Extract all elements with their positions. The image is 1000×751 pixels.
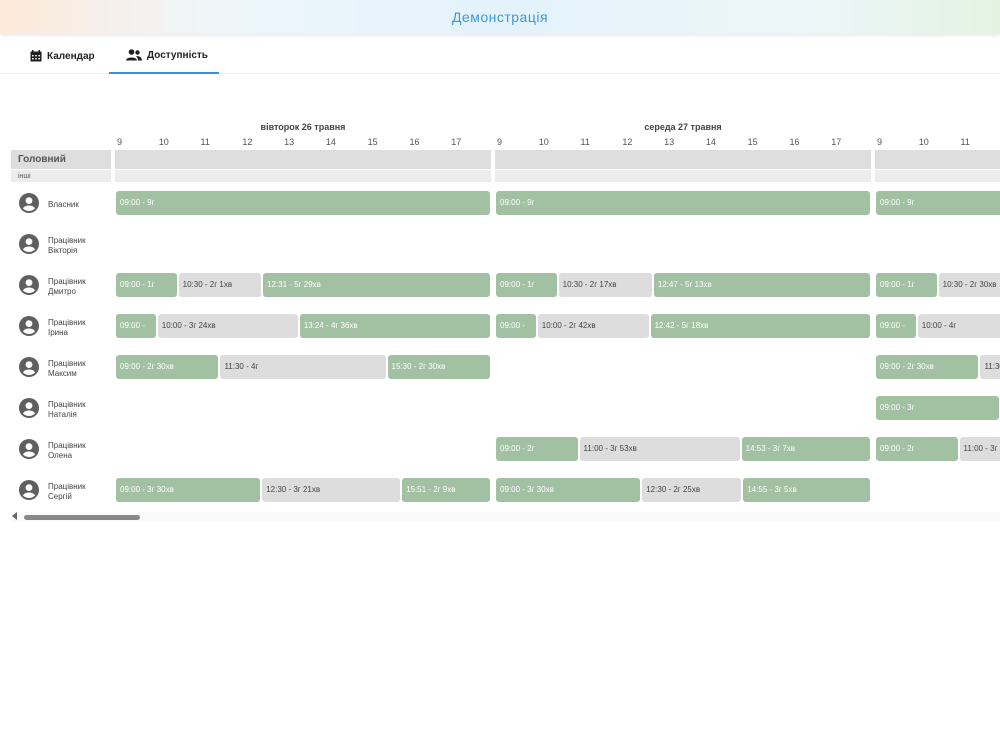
hour-tick-label: 9 bbox=[117, 137, 123, 147]
busy-slot[interactable]: 09:00 - bbox=[876, 314, 916, 338]
hour-tick-label: 12 bbox=[622, 137, 633, 147]
group-day-cell bbox=[495, 150, 871, 169]
busy-slot[interactable]: 09:00 - 2г bbox=[876, 437, 958, 461]
scrollbar-thumb[interactable] bbox=[24, 515, 140, 520]
resource-label: Працівник Дмитро bbox=[48, 277, 86, 296]
hour-tick-label: 10 bbox=[918, 137, 929, 147]
free-slot[interactable]: 10:30 - 2г 30хв bbox=[938, 273, 1000, 297]
resource-label: Працівник Вікторія bbox=[48, 236, 86, 255]
horizontal-scrollbar[interactable] bbox=[11, 512, 1000, 522]
busy-slot[interactable]: 09:00 - 9г bbox=[116, 191, 490, 215]
hour-tick-label: 15 bbox=[367, 137, 378, 147]
busy-slot[interactable]: 12:47 - 5г 13хв bbox=[653, 273, 870, 297]
tab-availability[interactable]: Доступність bbox=[109, 38, 219, 74]
free-slot[interactable]: 11:00 - 3г bbox=[959, 437, 1000, 461]
availability-scheduler: вівторок 26 травня 9 10 11 12 13 14 15 16 17 серед… bbox=[11, 118, 1000, 528]
free-slot[interactable]: 10:00 - 2г 42хв bbox=[537, 314, 649, 338]
avatar-icon bbox=[19, 234, 39, 254]
app-header: Демонстрація bbox=[0, 0, 1000, 34]
busy-slot[interactable]: 09:00 - 2г bbox=[496, 437, 578, 461]
avatar-icon bbox=[19, 357, 39, 377]
hour-tick-label: 17 bbox=[831, 137, 842, 147]
hour-tick-label: 14 bbox=[705, 137, 716, 147]
hour-tick-label: 16 bbox=[789, 137, 800, 147]
free-slot[interactable]: 12:30 - 2г 25хв bbox=[642, 478, 742, 502]
hour-tick-label: 13 bbox=[664, 137, 675, 147]
group-sub-day-cell bbox=[495, 170, 871, 182]
tab-calendar[interactable]: Календар bbox=[30, 38, 95, 74]
hour-tick-label: 13 bbox=[284, 137, 295, 147]
hour-tick-label: 9 bbox=[877, 137, 883, 147]
free-slot[interactable]: 11:30 - 4г bbox=[220, 355, 386, 379]
busy-slot[interactable]: 09:00 - 9г bbox=[496, 191, 870, 215]
free-slot[interactable]: 10:30 - 2г 1хв bbox=[178, 273, 262, 297]
hour-tick-label: 11 bbox=[580, 137, 590, 147]
group-day-cell bbox=[115, 150, 491, 169]
avatar-icon bbox=[19, 193, 39, 213]
free-slot[interactable]: 10:00 - 4г bbox=[917, 314, 1000, 338]
resource-label: Працівник Наталія bbox=[48, 400, 86, 419]
resource-label: Працівник Олена bbox=[48, 441, 86, 460]
busy-slot[interactable]: 09:00 - 1г bbox=[116, 273, 177, 297]
hour-tick-label: 16 bbox=[409, 137, 420, 147]
people-icon bbox=[126, 49, 142, 61]
resource-label: Працівник Максим bbox=[48, 359, 86, 378]
tab-bar: Календар Доступність bbox=[0, 38, 1000, 74]
avatar-icon bbox=[19, 480, 39, 500]
busy-slot[interactable]: 09:00 - 3г 30хв bbox=[116, 478, 261, 502]
busy-slot[interactable]: 12:42 - 5г 18хв bbox=[650, 314, 870, 338]
resource-label: Працівник Ірина bbox=[48, 318, 86, 337]
resource-label: Працівник Сергій bbox=[48, 482, 86, 501]
calendar-icon bbox=[30, 50, 42, 62]
busy-slot[interactable]: 15:30 - 2г 30хв bbox=[387, 355, 490, 379]
tab-calendar-label: Календар bbox=[47, 50, 95, 62]
free-slot[interactable]: 11:30 - 4г bbox=[980, 355, 1000, 379]
busy-slot[interactable]: 09:00 - 9г bbox=[876, 191, 1000, 215]
busy-slot[interactable]: 09:00 - 1г bbox=[876, 273, 937, 297]
hour-tick-label: 15 bbox=[747, 137, 758, 147]
busy-slot[interactable]: 09:00 - 2г 30хв bbox=[116, 355, 219, 379]
scroll-left-arrow-icon[interactable] bbox=[12, 512, 17, 520]
hour-tick-label: 10 bbox=[158, 137, 169, 147]
free-slot[interactable]: 10:00 - 3г 24хв bbox=[157, 314, 298, 338]
app-title: Демонстрація bbox=[451, 9, 549, 25]
busy-slot[interactable]: 09:00 - bbox=[496, 314, 536, 338]
group-label: Головний bbox=[18, 154, 66, 165]
hour-tick-label: 10 bbox=[538, 137, 549, 147]
hour-tick-label: 17 bbox=[451, 137, 462, 147]
busy-slot[interactable]: 09:00 - 3г bbox=[876, 396, 1000, 420]
group-day-cell bbox=[875, 150, 1000, 169]
busy-slot[interactable]: 09:00 - bbox=[116, 314, 156, 338]
busy-slot[interactable]: 15:51 - 2г 9хв bbox=[402, 478, 490, 502]
avatar-icon bbox=[19, 275, 39, 295]
busy-slot[interactable]: 12:31 - 5г 29хв bbox=[263, 273, 490, 297]
resource-label: Власник bbox=[48, 200, 79, 209]
busy-slot[interactable]: 09:00 - 3г 30хв bbox=[496, 478, 641, 502]
hour-tick-label: 11 bbox=[200, 137, 210, 147]
group-sub-label: інші bbox=[18, 173, 31, 180]
tab-availability-label: Доступність bbox=[147, 49, 208, 61]
busy-slot[interactable]: 14:53 - 3г 7хв bbox=[741, 437, 870, 461]
day-header-label: вівторок 26 травня bbox=[260, 122, 346, 132]
hour-tick-label: 12 bbox=[242, 137, 253, 147]
busy-slot[interactable]: 14:55 - 3г 5хв bbox=[743, 478, 870, 502]
group-sub-day-cell bbox=[875, 170, 1000, 182]
free-slot[interactable]: 12:30 - 3г 21хв bbox=[262, 478, 401, 502]
group-sub-day-cell bbox=[115, 170, 491, 182]
hour-tick-label: 14 bbox=[325, 137, 336, 147]
day-header-label: середа 27 травня bbox=[644, 122, 722, 132]
busy-slot[interactable]: 09:00 - 1г bbox=[496, 273, 557, 297]
avatar-icon bbox=[19, 316, 39, 336]
avatar-icon bbox=[19, 398, 39, 418]
busy-slot[interactable]: 13:24 - 4г 36хв bbox=[299, 314, 490, 338]
free-slot[interactable]: 11:00 - 3г 53хв bbox=[579, 437, 740, 461]
hour-tick-label: 9 bbox=[497, 137, 503, 147]
hour-tick-label: 11 bbox=[960, 137, 970, 147]
avatar-icon bbox=[19, 439, 39, 459]
free-slot[interactable]: 10:30 - 2г 17хв bbox=[558, 273, 652, 297]
busy-slot[interactable]: 09:00 - 2г 30хв bbox=[876, 355, 979, 379]
